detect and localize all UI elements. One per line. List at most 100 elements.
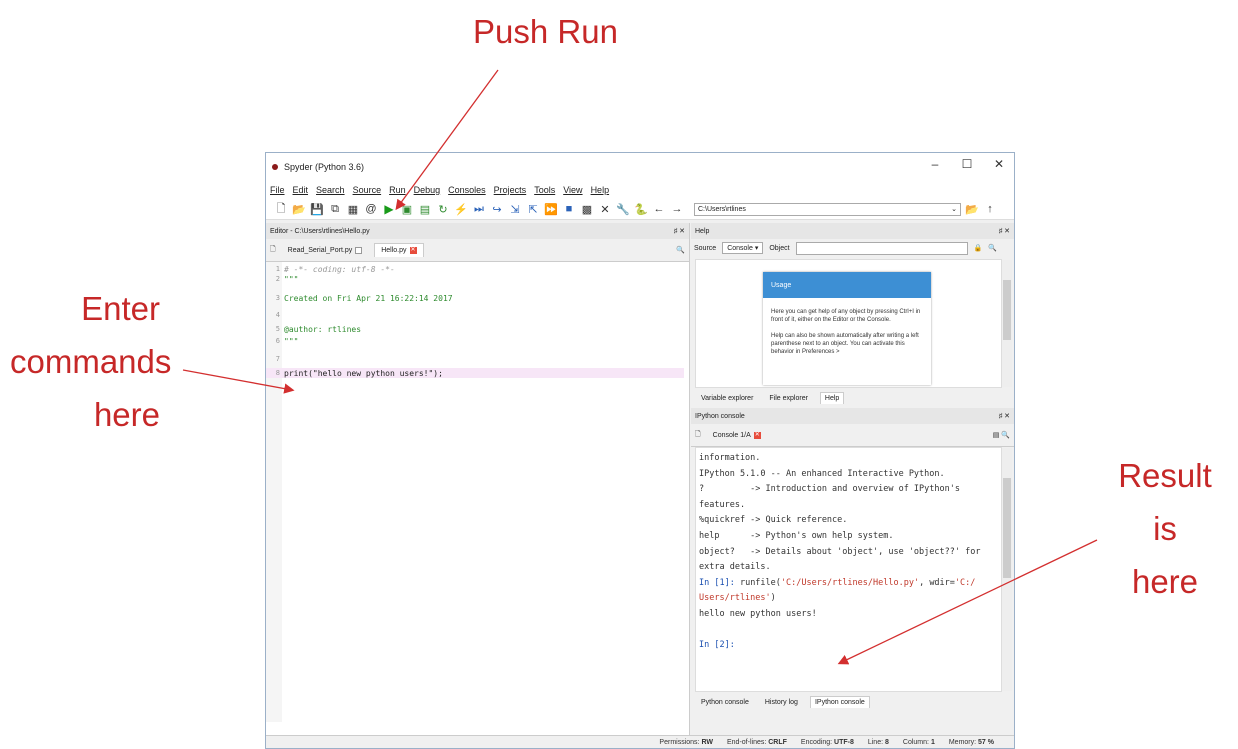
- permissions-value: RW: [701, 738, 713, 746]
- save-icon[interactable]: 💾: [310, 202, 324, 216]
- source-select[interactable]: Console ▾: [722, 242, 764, 254]
- new-file-icon[interactable]: 🗋: [274, 202, 288, 216]
- menu-debug[interactable]: Debug: [414, 185, 441, 195]
- menu-view[interactable]: View: [563, 185, 582, 195]
- browse-folder-icon[interactable]: 📂: [965, 202, 979, 216]
- menu-edit[interactable]: Edit: [293, 185, 309, 195]
- search-icon[interactable]: 🔍: [988, 244, 997, 252]
- maximize-pane-icon[interactable]: ▩: [580, 202, 594, 216]
- debug-icon[interactable]: ⏭: [472, 202, 486, 216]
- console-line: object? -> Details about 'object', use '…: [699, 546, 981, 557]
- tab-history-log[interactable]: History log: [761, 697, 802, 708]
- tab-read-serial-port[interactable]: Read_Serial_Port.py: [282, 244, 369, 257]
- menu-consoles[interactable]: Consoles: [448, 185, 486, 195]
- runfile-path: 'C:/Users/rtlines/Hello.py': [780, 577, 920, 588]
- open-file-icon[interactable]: 📂: [292, 202, 306, 216]
- close-tab-icon[interactable]: ✕: [753, 431, 761, 439]
- console-line: IPython 5.1.0 -- An enhanced Interactive…: [699, 468, 945, 479]
- code-line: # -*- coding: utf-8 -*-: [284, 264, 395, 274]
- menu-run[interactable]: Run: [389, 185, 406, 195]
- parent-directory-icon[interactable]: ↑: [983, 202, 997, 216]
- python-path-icon[interactable]: 🐍: [634, 202, 648, 216]
- run-selection-icon[interactable]: ⚡: [454, 202, 468, 216]
- code-line-current: print("hello new python users!");: [284, 368, 443, 378]
- tab-help[interactable]: Help: [819, 392, 845, 404]
- save-all-icon[interactable]: ⧉: [328, 202, 342, 216]
- lock-icon[interactable]: 🔒: [974, 244, 983, 252]
- menu-file[interactable]: File: [270, 185, 285, 195]
- minimize-button[interactable]: –: [926, 157, 944, 171]
- menu-help[interactable]: Help: [591, 185, 610, 195]
- preferences-icon[interactable]: 🔧: [616, 202, 630, 216]
- menu-source[interactable]: Source: [353, 185, 382, 195]
- stop-debug-icon[interactable]: ■: [562, 202, 576, 216]
- working-directory-input[interactable]: C:\Users\rtlines ⌄: [694, 202, 961, 216]
- at-icon[interactable]: @: [364, 202, 378, 216]
- column-value: 1: [930, 738, 935, 746]
- code-editor[interactable]: 1 # -*- coding: utf-8 -*- 2 """ 3 Created o…: [266, 262, 689, 722]
- fullscreen-icon[interactable]: ✕: [598, 202, 612, 216]
- tab-hello[interactable]: Hello.py ✕: [374, 243, 424, 257]
- tab-variable-explorer[interactable]: Variable explorer: [697, 393, 757, 404]
- run-cell-advance-icon[interactable]: ▤: [418, 202, 432, 216]
- menu-bar: File Edit Search Source Run Debug Consol…: [266, 181, 1014, 199]
- run-icon[interactable]: ▶: [382, 202, 396, 216]
- step-icon[interactable]: ↪: [490, 202, 504, 216]
- close-button[interactable]: ✕: [990, 157, 1008, 171]
- line-value: 8: [885, 738, 889, 746]
- eol-value: CRLF: [768, 738, 787, 746]
- close-tab-icon[interactable]: [355, 246, 363, 254]
- browse-tabs-icon[interactable]: 🗋: [270, 245, 276, 256]
- rerun-icon[interactable]: ↻: [436, 202, 450, 216]
- maximize-button[interactable]: ☐: [958, 157, 976, 171]
- tab-label: Read_Serial_Port.py: [287, 246, 353, 254]
- browse-tabs-icon[interactable]: 🗋: [695, 430, 701, 441]
- line-number: 4: [275, 311, 280, 319]
- menu-search[interactable]: Search: [316, 185, 345, 195]
- menu-tools[interactable]: Tools: [534, 185, 555, 195]
- console-bottom-tabs: Python console History log IPython conso…: [691, 692, 1014, 708]
- toolbar: 🗋 📂 💾 ⧉ ▦ @ ▶ ▣ ▤ ↻ ⚡ ⏭ ↪ ⇲ ⇱ ⏩ ■ ▩ ✕ 🔧 …: [266, 199, 1014, 220]
- tab-python-console[interactable]: Python console: [697, 697, 753, 708]
- usage-text: Help can also be shown automatically aft…: [771, 333, 919, 355]
- search-icon[interactable]: ▤ 🔍: [993, 431, 1010, 439]
- console-blank: [699, 623, 998, 639]
- console-line: ? -> Introduction and overview of IPytho…: [699, 484, 960, 495]
- code-line: """: [284, 336, 299, 346]
- help-scrollbar[interactable]: [1002, 260, 1012, 387]
- runfile-end: ): [770, 593, 776, 604]
- console-header-title: IPython console: [695, 412, 745, 420]
- console-output[interactable]: information. IPython 5.1.0 -- An enhance…: [695, 447, 1012, 692]
- title-bar: Spyder (Python 3.6) – ☐ ✕: [266, 153, 1014, 181]
- tab-file-explorer[interactable]: File explorer: [765, 393, 812, 404]
- editor-header: Editor - C:\Users\rtlines\Hello.py ♯ ✕: [266, 223, 689, 239]
- source-value: Console: [727, 245, 753, 252]
- help-pane-controls[interactable]: ♯ ✕: [999, 227, 1010, 235]
- continue-icon[interactable]: ⏩: [544, 202, 558, 216]
- close-tab-icon[interactable]: ✕: [409, 247, 417, 254]
- line-number: 7: [275, 355, 280, 363]
- console-scrollbar[interactable]: [1002, 448, 1012, 691]
- editor-pane-controls[interactable]: ♯ ✕: [674, 227, 685, 235]
- step-return-icon[interactable]: ⇱: [526, 202, 540, 216]
- in-prompt: In [1]:: [699, 577, 740, 588]
- console-pane-controls[interactable]: ♯ ✕: [999, 412, 1010, 420]
- forward-arrow-icon[interactable]: →: [670, 202, 684, 216]
- run-cell-icon[interactable]: ▣: [400, 202, 414, 216]
- console-input-1-cont: Users/rtlines'): [699, 591, 998, 607]
- chevron-down-icon[interactable]: ⌄: [951, 205, 957, 213]
- code-line: """: [284, 274, 299, 284]
- print-icon[interactable]: ▦: [346, 202, 360, 216]
- help-content: Usage Here you can get help of any objec…: [695, 259, 1012, 388]
- editor-pane: Editor - C:\Users\rtlines\Hello.py ♯ ✕ 🗋…: [266, 223, 690, 738]
- tab-console-1a[interactable]: Console 1/A ✕: [707, 429, 767, 442]
- menu-projects[interactable]: Projects: [494, 185, 527, 195]
- encoding-value: UTF-8: [834, 738, 854, 746]
- tab-ipython-console[interactable]: IPython console: [809, 696, 870, 708]
- step-into-icon[interactable]: ⇲: [508, 202, 522, 216]
- search-icon[interactable]: 🔍: [676, 246, 685, 254]
- help-toolbar: Source Console ▾ Object 🔒 🔍: [691, 239, 1014, 257]
- object-input[interactable]: [795, 241, 968, 255]
- window-title: Spyder (Python 3.6): [284, 162, 365, 172]
- back-arrow-icon[interactable]: ←: [652, 202, 666, 216]
